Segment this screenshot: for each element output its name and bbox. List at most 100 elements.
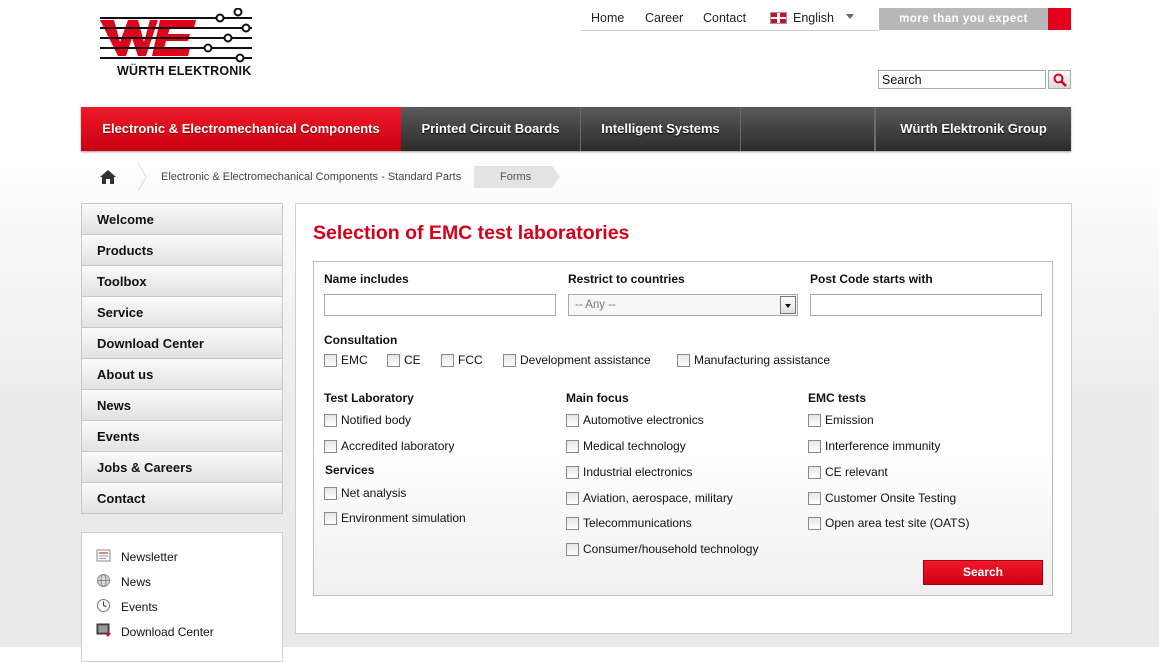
- checkbox-label: Notified body: [341, 413, 412, 427]
- tagline-banner: more than you expect: [879, 8, 1048, 30]
- country-select[interactable]: -- Any --: [568, 294, 798, 316]
- nav-printed-circuit-boards[interactable]: Printed Circuit Boards: [401, 107, 581, 151]
- checkbox-box[interactable]: [808, 492, 821, 505]
- sidebar-item-welcome[interactable]: Welcome: [81, 203, 283, 234]
- career-link[interactable]: Career: [645, 11, 683, 25]
- checkbox-label: Consumer/household technology: [583, 542, 759, 556]
- nav-empty-slot: [741, 107, 875, 151]
- checkbox-box[interactable]: [566, 517, 579, 530]
- checkbox-label: Interference immunity: [825, 439, 941, 453]
- checkbox-label: Industrial electronics: [583, 465, 693, 479]
- checkbox-box[interactable]: [566, 466, 579, 479]
- chevron-down-icon[interactable]: [780, 296, 796, 314]
- search-submit-button[interactable]: Search: [923, 560, 1043, 585]
- chevron-down-icon[interactable]: [846, 14, 854, 19]
- checkbox-box[interactable]: [566, 414, 579, 427]
- postcode-label: Post Code starts with: [810, 272, 933, 286]
- main-focus-label: Main focus: [566, 391, 629, 405]
- sidebar-menu: Welcome Products Toolbox Service Downloa…: [81, 203, 283, 514]
- services-label: Services: [325, 463, 375, 477]
- checkbox-label: Medical technology: [583, 439, 686, 453]
- checkbox-box[interactable]: [808, 414, 821, 427]
- checkbox-box[interactable]: [566, 543, 579, 556]
- nav-electronic-components[interactable]: Electronic & Electromechanical Component…: [81, 107, 401, 151]
- home-icon[interactable]: [99, 169, 117, 185]
- checkbox-box[interactable]: [808, 466, 821, 479]
- we-logo-mark: [100, 8, 252, 63]
- nav-wurth-group[interactable]: Würth Elektronik Group: [875, 107, 1071, 151]
- sidebar-item-label: Toolbox: [97, 274, 147, 289]
- checkbox-box[interactable]: [441, 354, 454, 367]
- checkbox-label: Environment simulation: [341, 511, 466, 525]
- sidebar-item-label: About us: [97, 367, 154, 382]
- checkbox-label: Customer Onsite Testing: [825, 491, 957, 505]
- search-button[interactable]: [1048, 70, 1071, 89]
- sidebar-item-download-center[interactable]: Download Center: [81, 327, 283, 358]
- home-link[interactable]: Home: [591, 11, 624, 25]
- checkbox-box[interactable]: [808, 440, 821, 453]
- main-navigation: Electronic & Electromechanical Component…: [81, 107, 1071, 151]
- nav-intelligent-systems[interactable]: Intelligent Systems: [581, 107, 741, 151]
- quicklink-label: Download Center: [121, 625, 214, 639]
- breadcrumb-current-arrow: [552, 166, 560, 188]
- logo-text: WÜRTH ELEKTRONIK: [117, 64, 252, 78]
- newsletter-icon: [96, 549, 111, 562]
- checkbox-box[interactable]: [808, 517, 821, 530]
- quicklink-label: Events: [121, 600, 158, 614]
- name-label: Name includes: [324, 272, 409, 286]
- breadcrumb: Electronic & Electromechanical Component…: [81, 163, 1071, 191]
- sidebar-item-products[interactable]: Products: [81, 234, 283, 265]
- sidebar-item-label: Contact: [97, 491, 146, 506]
- sidebar-item-label: News: [97, 398, 131, 413]
- sidebar-item-label: Welcome: [97, 212, 154, 227]
- checkbox-label: Manufacturing assistance: [694, 353, 831, 367]
- uk-flag-icon: [770, 12, 787, 24]
- contact-link[interactable]: Contact: [703, 11, 746, 25]
- postcode-input[interactable]: [810, 294, 1042, 316]
- country-label: Restrict to countries: [568, 272, 685, 286]
- sidebar-item-events[interactable]: Events: [81, 420, 283, 451]
- breadcrumb-separator: [137, 163, 147, 191]
- search-input[interactable]: [878, 70, 1046, 89]
- page-title: Selection of EMC test laboratories: [313, 222, 630, 244]
- checkbox-box[interactable]: [324, 487, 337, 500]
- sidebar-item-label: Download Center: [97, 336, 204, 351]
- events-clock-icon: [97, 599, 110, 612]
- checkbox-label: Aviation, aerospace, military: [583, 491, 733, 505]
- name-input[interactable]: [324, 294, 556, 316]
- sidebar-item-label: Events: [97, 429, 140, 444]
- consultation-label: Consultation: [324, 333, 398, 347]
- sidebar-item-news[interactable]: News: [81, 389, 283, 420]
- sidebar-item-jobs-careers[interactable]: Jobs & Careers: [81, 451, 283, 482]
- checkbox-label: Emission: [825, 413, 874, 427]
- breadcrumb-item-standard-parts[interactable]: Electronic & Electromechanical Component…: [161, 171, 461, 183]
- sidebar-item-toolbox[interactable]: Toolbox: [81, 265, 283, 296]
- checkbox-label: CE relevant: [825, 465, 888, 479]
- checkbox-box[interactable]: [677, 354, 690, 367]
- checkbox-box[interactable]: [324, 512, 337, 525]
- news-globe-icon: [97, 574, 110, 587]
- checkbox-box[interactable]: [387, 354, 400, 367]
- top-links: Home Career Contact English: [581, 8, 879, 31]
- checkbox-box[interactable]: [503, 354, 516, 367]
- checkbox-box[interactable]: [566, 492, 579, 505]
- checkbox-box[interactable]: [566, 440, 579, 453]
- sidebar-item-contact[interactable]: Contact: [81, 482, 283, 514]
- checkbox-label: CE: [404, 353, 421, 367]
- checkbox-label: Open area test site (OATS): [825, 516, 970, 530]
- checkbox-box[interactable]: [324, 414, 337, 427]
- checkbox-label: Development assistance: [520, 353, 651, 367]
- language-selector[interactable]: English: [793, 11, 834, 25]
- wurth-logo[interactable]: WÜRTH ELEKTRONIK: [100, 8, 252, 78]
- sidebar-item-label: Jobs & Careers: [97, 460, 193, 475]
- checkbox-label: FCC: [458, 353, 483, 367]
- checkbox-box[interactable]: [324, 440, 337, 453]
- sidebar-item-label: Products: [97, 243, 154, 258]
- sidebar-item-service[interactable]: Service: [81, 296, 283, 327]
- sidebar-quick-links: Newsletter News Events Download Center: [81, 532, 283, 662]
- checkbox-box[interactable]: [324, 354, 337, 367]
- checkbox-label: Automotive electronics: [583, 413, 704, 427]
- quicklink-label: News: [121, 575, 152, 589]
- quicklink-label: Newsletter: [121, 550, 178, 564]
- sidebar-item-about-us[interactable]: About us: [81, 358, 283, 389]
